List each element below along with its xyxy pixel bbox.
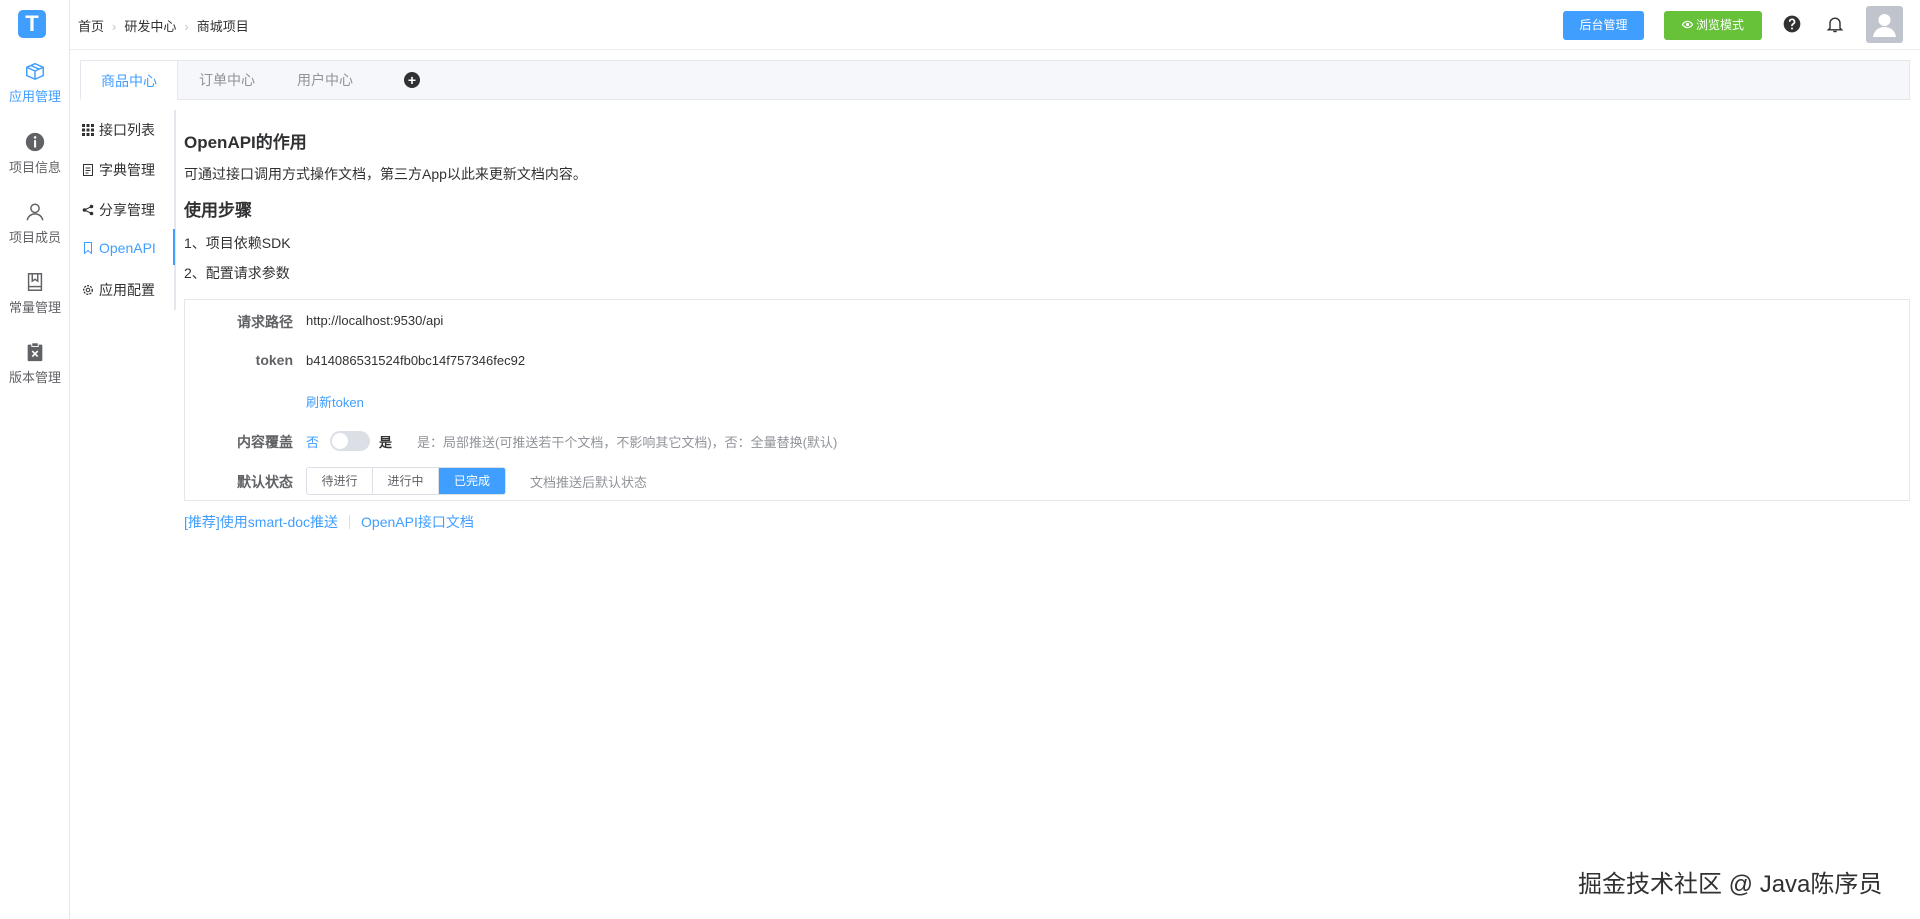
submenu-item-share[interactable]: 分享管理: [82, 200, 155, 222]
openapi-config-form: 请求路径 http://localhost:9530/api token b41…: [184, 299, 1910, 501]
tab-goods-center[interactable]: 商品中心: [80, 60, 178, 100]
switch-knob: [332, 433, 348, 449]
box-icon: [26, 62, 44, 81]
smart-doc-link[interactable]: [推荐]使用smart-doc推送: [184, 514, 338, 530]
overwrite-label: 内容覆盖: [237, 434, 293, 450]
refresh-token-link[interactable]: 刷新token: [306, 392, 364, 411]
user-icon: [26, 203, 44, 221]
grid-icon: [82, 124, 94, 136]
submenu-item-label: 分享管理: [99, 202, 155, 218]
info-icon: [25, 132, 45, 152]
status-option-done[interactable]: 已完成: [439, 468, 505, 494]
breadcrumb-separator: ›: [112, 19, 117, 34]
breadcrumb-home[interactable]: 首页: [78, 16, 104, 35]
share-icon: [82, 204, 94, 216]
step-item: 1、项目依赖SDK: [184, 235, 291, 251]
user-avatar[interactable]: [1866, 6, 1903, 43]
submenu-item-label: 应用配置: [99, 282, 155, 298]
sidebar-item-versions[interactable]: 版本管理: [0, 341, 70, 386]
step-item: 2、配置请求参数: [184, 265, 290, 281]
submenu-item-label: OpenAPI: [99, 240, 156, 256]
eye-icon: [1681, 20, 1694, 29]
breadcrumb-project: 商城项目: [196, 19, 249, 34]
sub-menu: 接口列表 字典管理 分享管理 OpenAPI 应用配置: [80, 110, 176, 310]
book-icon: [27, 273, 43, 291]
status-option-pending[interactable]: 待进行: [307, 468, 373, 494]
sidebar: T 应用管理 项目信息 项目成员 常量管理 版本管理: [0, 0, 70, 919]
page-title: OpenAPI的作用: [184, 133, 307, 152]
browse-mode-button[interactable]: 浏览模式: [1664, 11, 1762, 40]
steps-title: 使用步骤: [184, 201, 252, 220]
sidebar-item-constants[interactable]: 常量管理: [0, 271, 70, 316]
browse-mode-label: 浏览模式: [1695, 18, 1744, 32]
switch-on-text: 是: [379, 435, 393, 450]
sidebar-item-app-manage[interactable]: 应用管理: [0, 60, 70, 105]
path-value: http://localhost:9530/api: [306, 313, 444, 328]
sidebar-item-members[interactable]: 项目成员: [0, 201, 70, 246]
sidebar-item-label: 项目信息: [8, 160, 61, 175]
submenu-item-label: 字典管理: [99, 162, 155, 178]
openapi-doc-link[interactable]: OpenAPI接口文档: [361, 514, 474, 530]
overwrite-switch[interactable]: [330, 431, 370, 451]
submenu-item-openapi[interactable]: OpenAPI: [82, 240, 156, 262]
sidebar-item-label: 项目成员: [8, 230, 61, 245]
token-label: token: [255, 352, 293, 368]
add-tab-icon[interactable]: +: [404, 72, 420, 88]
submenu-item-app-config[interactable]: 应用配置: [82, 280, 155, 302]
clipboard-icon: [27, 342, 43, 362]
avatar-person-icon: [1873, 14, 1896, 37]
status-hint: 文档推送后默认状态: [530, 475, 648, 490]
tab-order-center[interactable]: 订单中心: [178, 60, 276, 100]
default-status-label: 默认状态: [237, 474, 293, 490]
page-description: 可通过接口调用方式操作文档，第三方App以此来更新文档内容。: [184, 166, 587, 182]
sidebar-item-label: 版本管理: [8, 370, 61, 385]
bell-icon[interactable]: [1825, 14, 1845, 34]
submenu-item-dictionary[interactable]: 字典管理: [82, 160, 155, 182]
token-value: b414086531524fb0bc14f757346fec92: [306, 353, 526, 368]
status-option-in-progress[interactable]: 进行中: [373, 468, 439, 494]
help-icon[interactable]: [1782, 14, 1802, 34]
app-logo[interactable]: T: [18, 10, 46, 38]
watermark: 掘金技术社区 @ Java陈序员: [1578, 871, 1883, 898]
submenu-item-api-list[interactable]: 接口列表: [82, 120, 155, 142]
switch-off-text: 否: [306, 435, 320, 450]
breadcrumb: 首页 › 研发中心 › 商城项目: [78, 16, 249, 35]
path-label: 请求路径: [237, 314, 293, 330]
bookmark-icon: [84, 242, 92, 254]
default-status-selector: 待进行 进行中 已完成: [306, 467, 506, 495]
document-icon: [83, 164, 93, 176]
breadcrumb-dept[interactable]: 研发中心: [124, 16, 176, 35]
active-submenu-indicator: [173, 229, 175, 265]
sidebar-item-project-info[interactable]: 项目信息: [0, 131, 70, 176]
sidebar-item-label: 应用管理: [8, 89, 61, 104]
submenu-item-label: 接口列表: [99, 122, 155, 138]
footer-links: [推荐]使用smart-doc推送 OpenAPI接口文档: [184, 512, 474, 532]
admin-button[interactable]: 后台管理: [1563, 11, 1644, 40]
overwrite-hint: 是：局部推送(可推送若干个文档，不影响其它文档)，否：全量替换(默认): [417, 435, 838, 450]
project-tabs: 商品中心 订单中心 用户中心 +: [80, 60, 1910, 100]
gear-icon: [83, 285, 93, 295]
breadcrumb-separator: ›: [184, 19, 189, 34]
tab-user-center[interactable]: 用户中心: [276, 60, 374, 100]
link-divider: [349, 515, 351, 529]
sidebar-item-label: 常量管理: [8, 300, 61, 315]
